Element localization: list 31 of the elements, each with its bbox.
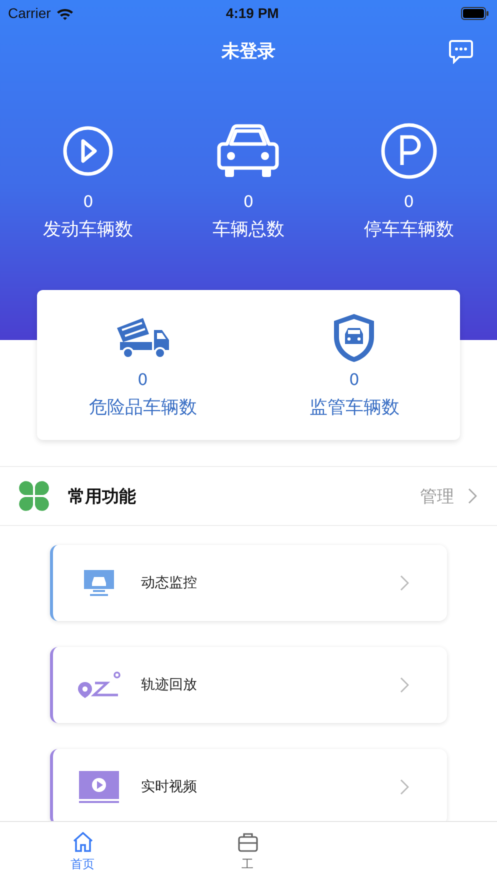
stat-value: 0 <box>349 370 360 388</box>
home-icon <box>72 832 94 852</box>
stat-label: 车辆总数 <box>212 218 284 241</box>
stat-label: 发动车辆数 <box>43 218 134 241</box>
battery-icon <box>460 6 489 20</box>
video-icon <box>77 771 121 803</box>
chevron-icon <box>468 488 477 504</box>
stat-label: 危险品车辆数 <box>88 396 197 418</box>
clover-icon <box>18 480 50 512</box>
page-title: 未登录 <box>222 40 276 63</box>
section-title: 常用功能 <box>68 486 137 508</box>
parking-icon <box>380 122 438 180</box>
stat-label: 停车车辆数 <box>364 218 454 241</box>
stat-value: 0 <box>243 192 254 211</box>
chevron-icon <box>400 677 409 693</box>
route-icon <box>77 671 121 699</box>
status-time: 4:19 PM <box>226 5 279 21</box>
stat-value: 0 <box>404 192 414 211</box>
briefcase-icon <box>236 832 258 852</box>
stat-value: 0 <box>83 192 94 211</box>
chevron-icon <box>400 575 409 591</box>
wifi-icon <box>56 6 74 20</box>
tab-item[interactable]: 工 <box>165 822 330 883</box>
carrier-name: Carrier <box>8 5 51 21</box>
function-item[interactable]: 动态监控 <box>50 545 447 621</box>
function-item[interactable]: 轨迹回放 <box>50 647 447 723</box>
chevron-icon <box>400 779 409 795</box>
stat-value: 0 <box>138 370 148 388</box>
chat-icon[interactable] <box>448 38 474 64</box>
stat-label: 监管车辆数 <box>309 396 400 418</box>
tab-item[interactable]: 首页 <box>0 822 165 883</box>
